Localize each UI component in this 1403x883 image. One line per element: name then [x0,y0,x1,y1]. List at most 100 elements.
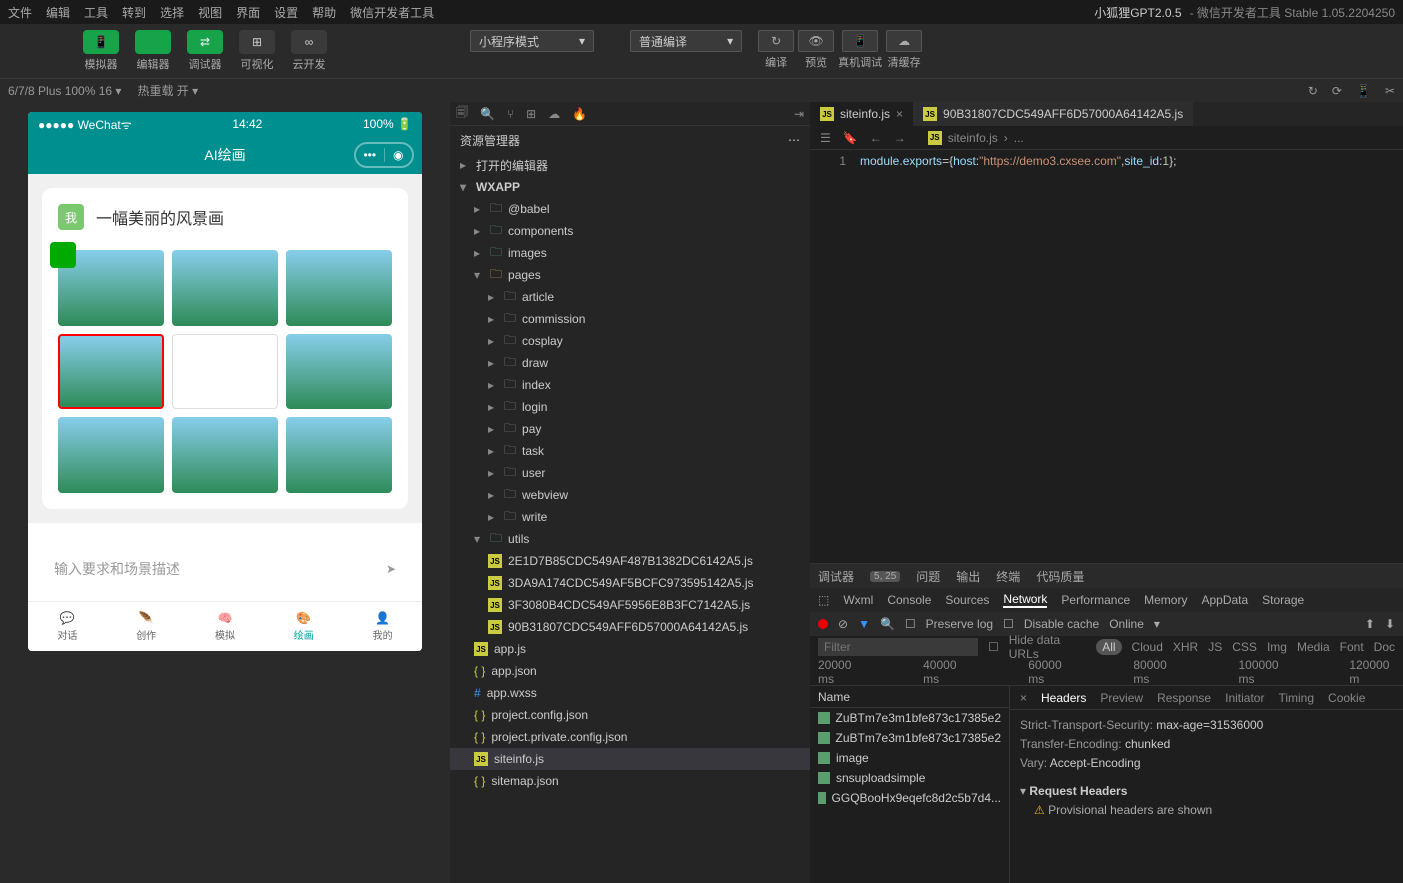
tree-item[interactable]: ▸🗀draw [450,352,810,374]
tree-item[interactable]: ▸🗀images [450,242,810,264]
tree-item[interactable]: { }app.json [450,660,810,682]
tree-item[interactable]: JS2E1D7B85CDC549AF487B1382DC6142A5.js [450,550,810,572]
tree-item[interactable]: ▸🗀write [450,506,810,528]
devtools-tab[interactable]: Storage [1262,593,1304,607]
devtools-tab[interactable]: Wxml [843,593,873,607]
files-icon[interactable]: 🗐 [456,103,468,124]
request-item[interactable]: GGQBooHx9eqefc8d2c5b7d4... [810,788,1009,808]
fwd-icon[interactable]: → [894,131,906,145]
tree-item[interactable]: ▸🗀task [450,440,810,462]
toolbar-button[interactable]: 编辑器 [130,30,176,72]
tree-item[interactable]: ▸🗀commission [450,308,810,330]
phone-tab[interactable]: 🎨绘画 [264,602,343,651]
branch-icon[interactable]: ⑂ [507,107,514,121]
detail-tab[interactable]: Headers [1041,691,1086,705]
menu-file[interactable]: 文件 [8,4,32,21]
thumbnail[interactable] [286,250,392,326]
phone-tab[interactable]: 💬对话 [28,602,107,651]
cut-icon[interactable]: ✂ [1385,84,1395,98]
phone-tab[interactable]: 🧠模拟 [186,602,265,651]
thumbnail[interactable] [172,250,278,326]
tree-item[interactable]: JSsiteinfo.js [450,748,810,770]
tree-item[interactable]: #app.wxss [450,682,810,704]
editor-tab[interactable]: JS90B31807CDC549AFF6D57000A64142A5.js [913,102,1193,126]
devtools-tab[interactable]: Console [887,593,931,607]
clear-icon[interactable]: ⊘ [838,617,848,631]
toolbar-button[interactable]: 👁预览 [798,30,834,70]
tree-item[interactable]: JS3F3080B4CDC549AF5956E8B3FC7142A5.js [450,594,810,616]
menu-settings[interactable]: 设置 [274,4,298,21]
tree-root[interactable]: ▾WXAPP [450,176,810,198]
tree-item[interactable]: JS90B31807CDC549AFF6D57000A64142A5.js [450,616,810,638]
thumbnail[interactable] [286,334,392,410]
filter-icon[interactable]: ▼ [858,617,870,631]
detail-tab[interactable]: Preview [1100,691,1143,705]
prompt-input[interactable]: 输入要求和场景描述 ➤ [42,547,408,591]
detail-tab[interactable]: Timing [1278,691,1314,705]
request-item[interactable]: ZuBTm7e3m1bfe873c17385e2 [810,728,1009,748]
list-icon[interactable]: ☰ [820,131,831,145]
capsule-button[interactable]: ••• ◉ [354,142,414,168]
toolbar-button[interactable]: 📱真机调试 [838,30,882,70]
bookmark-icon[interactable]: 🔖 [843,131,858,145]
thumbnail[interactable] [58,417,164,493]
tree-item[interactable]: ▸🗀cosplay [450,330,810,352]
fire-icon[interactable]: 🔥 [572,107,587,121]
send-icon[interactable]: ➤ [386,562,396,576]
phone-tab[interactable]: 👤我的 [343,602,422,651]
filter-input[interactable] [818,638,978,656]
tree-item[interactable]: ▾🗀utils [450,528,810,550]
db-icon[interactable]: ☁ [548,107,560,121]
detail-tab[interactable]: Response [1157,691,1211,705]
mode-dropdown[interactable]: 小程序模式▾ [470,30,594,52]
refresh-icon[interactable]: ↻ [1308,84,1318,98]
ext-icon[interactable]: ⊞ [526,107,536,121]
toolbar-button[interactable]: ⇄调试器 [182,30,228,72]
detail-tab[interactable]: Cookie [1328,691,1365,705]
toolbar-button[interactable]: ↻编译 [758,30,794,70]
devtools-tab[interactable]: Sources [945,593,989,607]
tree-item[interactable]: ▸🗀pay [450,418,810,440]
toolbar-button[interactable]: ∞云开发 [286,30,332,72]
device-selector[interactable]: 6/7/8 Plus 100% 16 ▾ [8,84,121,98]
devtools-tab[interactable]: Performance [1061,593,1130,607]
thumbnail[interactable] [172,417,278,493]
devtools-tab[interactable]: Memory [1144,593,1187,607]
tree-item[interactable]: ▾🗀pages [450,264,810,286]
search-icon[interactable]: 🔍 [480,107,495,121]
editor-tab[interactable]: JSsiteinfo.js× [810,102,913,126]
mobile-icon[interactable]: 📱 [1356,84,1371,98]
compile-dropdown[interactable]: 普通编译▾ [630,30,742,52]
menu-interface[interactable]: 界面 [236,4,260,21]
devtools-tab[interactable]: AppData [1201,593,1248,607]
tree-item[interactable]: ▸🗀user [450,462,810,484]
toolbar-button[interactable]: ⊞可视化 [234,30,280,72]
thumbnail[interactable] [286,417,392,493]
record-icon[interactable] [818,619,828,629]
menu-wxdev[interactable]: 微信开发者工具 [350,4,434,21]
tree-item[interactable]: { }project.private.config.json [450,726,810,748]
request-item[interactable]: snsuploadsimple [810,768,1009,788]
menu-view[interactable]: 视图 [198,4,222,21]
tree-section[interactable]: ▸打开的编辑器 [450,154,810,176]
search-icon[interactable]: 🔍 [880,617,895,631]
inspect-icon[interactable]: ⬚ [818,593,829,607]
more-icon[interactable]: ⋯ [788,133,800,147]
tree-item[interactable]: ▸🗀@babel [450,198,810,220]
dbg-tab-debugger[interactable]: 调试器 [818,568,854,585]
collapse-icon[interactable]: ⇥ [794,107,804,121]
tree-item[interactable]: ▸🗀index [450,374,810,396]
close-icon[interactable]: × [1020,691,1027,705]
hot-reload[interactable]: 热重载 开 ▾ [137,82,198,99]
code-editor[interactable]: 1 module.exports={host:"https://demo3.cx… [810,150,1403,563]
request-item[interactable]: ZuBTm7e3m1bfe873c17385e2 [810,708,1009,728]
back-icon[interactable]: ← [870,131,882,145]
tree-item[interactable]: ▸🗀components [450,220,810,242]
menu-help[interactable]: 帮助 [312,4,336,21]
tree-item[interactable]: { }project.config.json [450,704,810,726]
toolbar-button[interactable]: 📱模拟器 [78,30,124,72]
phone-tab[interactable]: 🪶创作 [107,602,186,651]
menu-select[interactable]: 选择 [160,4,184,21]
thumbnail[interactable] [58,334,164,410]
detail-tab[interactable]: Initiator [1225,691,1264,705]
